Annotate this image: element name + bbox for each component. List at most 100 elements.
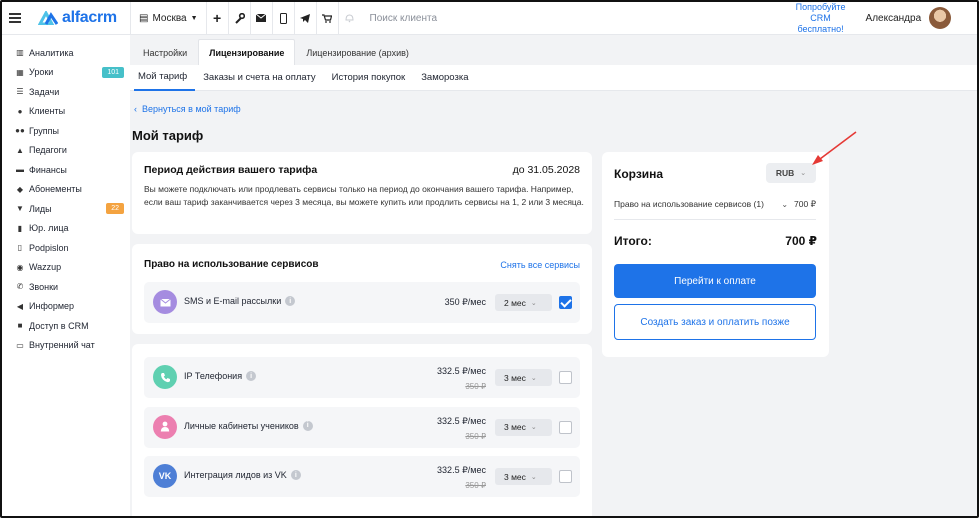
money-icon: ▬ bbox=[16, 165, 24, 175]
telegram-icon[interactable] bbox=[293, 2, 316, 35]
back-link[interactable]: ‹ Вернуться в мой тариф bbox=[134, 104, 241, 114]
menu-burger-icon[interactable] bbox=[2, 2, 28, 35]
sidebar-item[interactable]: ▦ Уроки 101 bbox=[2, 63, 130, 83]
tab-licensing[interactable]: Лицензирование bbox=[198, 39, 296, 65]
period-select[interactable]: 3 мес ⌄ bbox=[495, 369, 552, 386]
tab-settings[interactable]: Настройки bbox=[132, 39, 198, 65]
period-title: Период действия вашего тарифа bbox=[144, 164, 318, 176]
sidebar-item[interactable]: ▬ Финансы bbox=[2, 160, 130, 180]
sidebar-item[interactable]: ☰ Задачи bbox=[2, 82, 130, 102]
service-old-price: 350 ₽ bbox=[465, 431, 486, 441]
unselect-all-link[interactable]: Снять все сервисы bbox=[500, 260, 580, 270]
sidebar-item[interactable]: ● Клиенты bbox=[2, 102, 130, 122]
sidebar-item[interactable]: ▮ Юр. лица bbox=[2, 219, 130, 239]
chevron-down-icon: ⌄ bbox=[781, 200, 789, 209]
sidebar-item-label: Звонки bbox=[29, 281, 59, 292]
service-checkbox[interactable] bbox=[559, 371, 572, 384]
service-price: 332.5 ₽/мес bbox=[437, 366, 486, 376]
promo-link[interactable]: Попробуйте CRM бесплатно! bbox=[788, 2, 854, 35]
sidebar-item[interactable]: ▥ Аналитика bbox=[2, 43, 130, 63]
page-title: Мой тариф bbox=[132, 128, 204, 143]
user-menu[interactable]: Александра bbox=[854, 7, 952, 29]
service-checkbox[interactable] bbox=[559, 296, 572, 309]
tab-licensing-archive[interactable]: Лицензирование (архив) bbox=[295, 39, 420, 65]
sidebar-item[interactable]: ▯ Podpislon bbox=[2, 238, 130, 258]
sidebar-item-label: Аналитика bbox=[29, 47, 74, 58]
sidebar-item-label: Педагоги bbox=[29, 145, 67, 156]
sidebar-item-label: Группы bbox=[29, 125, 59, 136]
tab-my-plan[interactable]: Мой тариф bbox=[134, 65, 196, 91]
info-icon[interactable]: i bbox=[285, 296, 296, 306]
sidebar-item-label: Юр. лица bbox=[29, 223, 69, 234]
pay-button[interactable]: Перейти к оплате bbox=[614, 264, 816, 298]
vk-icon: VK bbox=[153, 464, 177, 488]
sidebar-item-label: Информер bbox=[29, 301, 75, 312]
chevron-down-icon: ▼ bbox=[190, 14, 198, 22]
service-name: IP Телефония i bbox=[184, 371, 257, 381]
tab-freeze[interactable]: Заморозка bbox=[417, 65, 476, 91]
sidebar-item[interactable]: ◉ Wazzup bbox=[2, 258, 130, 278]
cart-line-item[interactable]: Право на использование сервисов (1) ⌄ 700… bbox=[614, 199, 816, 210]
promo-line2: CRM бесплатно! bbox=[797, 12, 844, 34]
sidebar-item[interactable]: ●● Группы bbox=[2, 121, 130, 141]
sidebar-item[interactable]: ▲ Педагоги bbox=[2, 141, 130, 161]
graduation-cap-icon: ▲ bbox=[16, 145, 24, 155]
service-old-price: 350 ₽ bbox=[465, 382, 486, 391]
period-card: Период действия вашего тарифа до 31.05.2… bbox=[132, 152, 592, 234]
sidebar-item-label: Задачи bbox=[29, 86, 60, 97]
sidebar-item[interactable]: ✆ Звонки bbox=[2, 277, 130, 297]
tab-orders[interactable]: Заказы и счета на оплату bbox=[199, 65, 323, 91]
bell-icon[interactable] bbox=[337, 2, 360, 35]
chevron-down-icon: ⌄ bbox=[530, 299, 537, 307]
create-order-button[interactable]: Создать заказ и оплатить позже bbox=[614, 304, 816, 340]
sidebar-item-label: Внутренний чат bbox=[29, 340, 95, 351]
sidebar-item-label: Доступ в CRM bbox=[29, 320, 89, 331]
sidebar-item[interactable]: ◀ Информер bbox=[2, 297, 130, 317]
cart-icon[interactable] bbox=[315, 2, 338, 35]
add-icon[interactable]: + bbox=[205, 2, 228, 35]
user-icon: ● bbox=[17, 106, 23, 116]
service-checkbox[interactable] bbox=[559, 470, 572, 483]
sidebar: ▥ Аналитика ▦ Уроки 101 ☰ Задачи ● Клиенты ●● Груп… bbox=[2, 35, 130, 516]
building-icon: ▤ bbox=[139, 12, 149, 24]
service-checkbox[interactable] bbox=[559, 420, 572, 434]
total-label: Итого: bbox=[614, 234, 652, 248]
service-price: 332.5 ₽/мес bbox=[437, 415, 486, 426]
tab-purchase-history[interactable]: История покупок bbox=[328, 65, 414, 91]
sidebar-item-label: Финансы bbox=[29, 164, 67, 175]
branch-select[interactable]: ▤ Москва ▼ bbox=[131, 2, 206, 35]
tasks-icon: ☰ bbox=[16, 87, 24, 97]
sidebar-item[interactable]: ■ Доступ в CRM bbox=[2, 316, 130, 336]
period-select[interactable]: 3 мес ⌄ bbox=[495, 418, 552, 436]
service-name-label: IP Телефония bbox=[184, 371, 243, 381]
phone-icon: ✆ bbox=[16, 282, 24, 292]
chevron-down-icon: ⌄ bbox=[530, 424, 537, 431]
users-icon: ●● bbox=[15, 126, 25, 136]
mobile-icon[interactable] bbox=[271, 2, 294, 35]
sidebar-item[interactable]: ▭ Внутренний чат bbox=[2, 336, 130, 356]
period-label: 3 мес bbox=[504, 372, 526, 383]
period-select[interactable]: 3 мес ⌄ bbox=[495, 468, 552, 485]
megaphone-icon: ◀ bbox=[16, 301, 24, 311]
logo[interactable]: alfacrm bbox=[28, 2, 130, 35]
info-icon[interactable]: i bbox=[290, 470, 301, 480]
search-input[interactable]: Поиск клиента bbox=[360, 13, 780, 24]
info-icon[interactable]: i bbox=[302, 420, 313, 431]
sidebar-item-label: Уроки bbox=[29, 67, 54, 78]
sidebar-item-label: Podpislon bbox=[29, 242, 69, 253]
user-name: Александра bbox=[865, 12, 922, 24]
avatar[interactable] bbox=[929, 7, 952, 29]
service-price: 350 ₽/мес bbox=[444, 297, 486, 307]
info-icon[interactable]: i bbox=[246, 371, 257, 381]
service-name: Интеграция лидов из VK i bbox=[184, 470, 301, 480]
period-date: до 31.05.2028 bbox=[512, 164, 580, 176]
secondary-tabs: Мой тариф Заказы и счета на оплату Истор… bbox=[130, 65, 977, 91]
main-content: Настройки Лицензирование Лицензирование … bbox=[130, 35, 977, 516]
lock-icon: ■ bbox=[17, 321, 23, 331]
sidebar-item[interactable]: ◆ Абонементы bbox=[2, 180, 130, 200]
mail-icon[interactable] bbox=[249, 2, 272, 35]
period-select[interactable]: 2 мес ⌄ bbox=[495, 294, 552, 311]
sidebar-item[interactable]: ▼ Лиды 22 bbox=[2, 199, 130, 219]
wrench-icon[interactable] bbox=[227, 2, 250, 35]
service-old-price: 350 ₽ bbox=[465, 481, 486, 490]
